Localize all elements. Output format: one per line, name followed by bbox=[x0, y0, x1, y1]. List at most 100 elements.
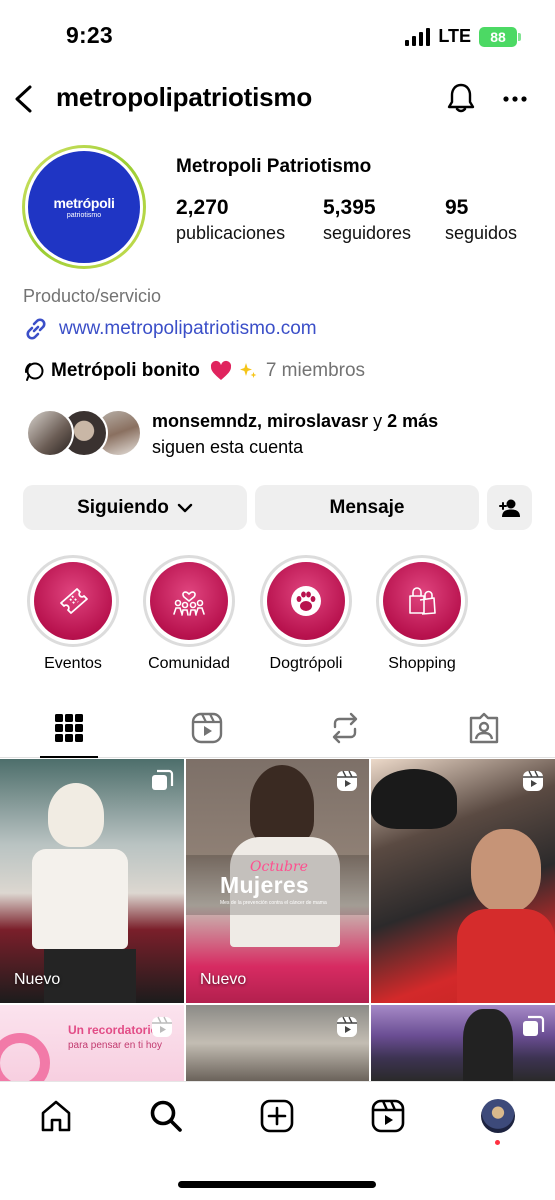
avatar bbox=[26, 409, 74, 457]
highlight-cover bbox=[150, 562, 228, 640]
highlight-comunidad[interactable]: Comunidad bbox=[142, 555, 236, 673]
post-image-pink-ribbon bbox=[0, 1033, 50, 1081]
followed-by[interactable]: monsemndz, miroslavasr y 2 más siguen es… bbox=[26, 408, 438, 460]
highlight-shopping[interactable]: Shopping bbox=[375, 555, 469, 673]
post-label: Nuevo bbox=[200, 971, 247, 988]
highlight-label: Dogtrópoli bbox=[269, 655, 343, 672]
grid-post[interactable] bbox=[186, 1005, 369, 1081]
avatar-logo-subtext: patriotismo bbox=[66, 212, 102, 219]
post-overlay-subtitle: Mes de la prevención contra el cáncer de… bbox=[220, 900, 327, 906]
suggested-users-button[interactable] bbox=[487, 485, 532, 530]
follower-names: monsemndz, miroslavasr bbox=[152, 411, 369, 431]
network-type: LTE bbox=[438, 26, 471, 46]
repost-icon bbox=[332, 712, 358, 744]
message-button-label: Mensaje bbox=[329, 496, 405, 518]
highlight-ring bbox=[376, 555, 468, 647]
highlight-eventos[interactable]: Eventos bbox=[26, 555, 120, 673]
following-button[interactable]: Siguiendo bbox=[23, 485, 247, 530]
nav-create[interactable] bbox=[259, 1098, 295, 1134]
channel-name: Metrópoli bonito bbox=[51, 360, 200, 381]
followed-by-text: monsemndz, miroslavasr y 2 más siguen es… bbox=[152, 408, 438, 460]
bottom-navigation bbox=[0, 1081, 555, 1157]
highlight-dogtropoli[interactable]: Dogtrópoli bbox=[259, 555, 353, 673]
broadcast-channel[interactable]: Metrópoli bonito 7 miembros bbox=[23, 360, 365, 382]
shopping-bag-icon bbox=[409, 587, 436, 615]
post-overlay-subtitle: para pensar en ti hoy bbox=[68, 1040, 162, 1051]
tagged-user-icon bbox=[469, 712, 499, 744]
nav-reels[interactable] bbox=[370, 1098, 406, 1134]
highlight-label: Comunidad bbox=[148, 655, 230, 672]
bell-icon[interactable] bbox=[446, 82, 476, 114]
post-overlay-title: Un recordatorio bbox=[68, 1023, 159, 1037]
stat-followers-label: seguidores bbox=[323, 223, 412, 243]
paw-icon bbox=[291, 586, 321, 616]
highlight-cover bbox=[267, 562, 345, 640]
post-image-child-hat bbox=[371, 769, 457, 829]
stat-following-label: seguidos bbox=[445, 223, 518, 243]
stat-posts-value: 2,270 bbox=[176, 196, 229, 219]
reels-icon bbox=[371, 1099, 405, 1133]
stat-followers[interactable]: 5,395 seguidores bbox=[323, 196, 445, 244]
profile-stats: 2,270 publicaciones 5,395 seguidores 95 … bbox=[176, 196, 535, 244]
grid-post[interactable] bbox=[371, 759, 555, 1003]
grid-post[interactable] bbox=[371, 1005, 555, 1081]
follower-more: 2 más bbox=[387, 411, 439, 431]
highlight-ring bbox=[27, 555, 119, 647]
post-overlay-title: Mujeres bbox=[220, 872, 310, 898]
create-post-icon bbox=[260, 1099, 294, 1133]
post-label: Nuevo bbox=[14, 971, 61, 988]
post-image-child-face bbox=[471, 829, 541, 913]
nav-profile[interactable] bbox=[480, 1098, 516, 1145]
highlight-label: Eventos bbox=[44, 655, 102, 672]
nav-home[interactable] bbox=[38, 1098, 74, 1134]
home-icon bbox=[41, 1100, 71, 1132]
website-link[interactable]: www.metropolipatriotismo.com bbox=[23, 316, 317, 342]
profile-avatar-small bbox=[481, 1099, 515, 1133]
reel-icon bbox=[523, 770, 543, 791]
add-user-icon bbox=[498, 499, 520, 517]
ticket-icon bbox=[60, 588, 88, 614]
back-icon[interactable] bbox=[12, 84, 36, 114]
tab-reels[interactable] bbox=[189, 710, 225, 746]
profile-header: metropolipatriotismo bbox=[0, 76, 555, 122]
reel-icon bbox=[152, 1016, 172, 1037]
tab-reposts[interactable] bbox=[327, 710, 363, 746]
red-heart-icon bbox=[210, 360, 231, 380]
grid-post[interactable]: Un recordatorio para pensar en ti hoy bbox=[0, 1005, 184, 1081]
sparkles-icon bbox=[239, 363, 257, 378]
avatar-logo: metrópoli patriotismo bbox=[25, 148, 143, 266]
post-image-shirt bbox=[32, 849, 128, 949]
home-indicator bbox=[178, 1181, 376, 1188]
tab-tagged[interactable] bbox=[466, 710, 502, 746]
reel-icon bbox=[337, 770, 357, 791]
status-time: 9:23 bbox=[66, 22, 113, 48]
website-url[interactable]: www.metropolipatriotismo.com bbox=[59, 318, 317, 340]
reels-icon bbox=[191, 712, 223, 744]
message-button[interactable]: Mensaje bbox=[255, 485, 479, 530]
stat-followers-value: 5,395 bbox=[323, 196, 376, 219]
nav-search[interactable] bbox=[148, 1098, 184, 1134]
highlight-ring bbox=[260, 555, 352, 647]
grid-post[interactable]: Octubre Mujeres Mes de la prevención con… bbox=[186, 759, 369, 1003]
grid-icon bbox=[55, 714, 83, 742]
post-image-woman-hair bbox=[250, 765, 314, 845]
battery-level: 88 bbox=[490, 28, 506, 45]
profile-avatar[interactable]: metrópoli patriotismo bbox=[22, 145, 146, 269]
stat-following-value: 95 bbox=[445, 196, 469, 219]
highlight-cover bbox=[34, 562, 112, 640]
more-options-icon[interactable] bbox=[502, 86, 528, 112]
stat-posts[interactable]: 2,270 publicaciones bbox=[176, 196, 323, 244]
profile-tabs bbox=[0, 700, 555, 758]
notification-dot bbox=[495, 1140, 500, 1145]
multi-post-icon bbox=[523, 1015, 545, 1036]
following-button-label: Siguiendo bbox=[77, 496, 169, 518]
active-tab-indicator bbox=[40, 756, 98, 758]
grid-post[interactable]: Nuevo bbox=[0, 759, 184, 1003]
stat-following[interactable]: 95 seguidos bbox=[445, 196, 535, 244]
link-icon bbox=[26, 318, 46, 340]
tab-posts-grid[interactable] bbox=[51, 710, 87, 746]
post-image-skeleton-figure bbox=[48, 783, 104, 847]
followed-by-suffix: siguen esta cuenta bbox=[152, 437, 304, 457]
highlight-cover bbox=[383, 562, 461, 640]
highlight-label: Shopping bbox=[388, 655, 456, 672]
